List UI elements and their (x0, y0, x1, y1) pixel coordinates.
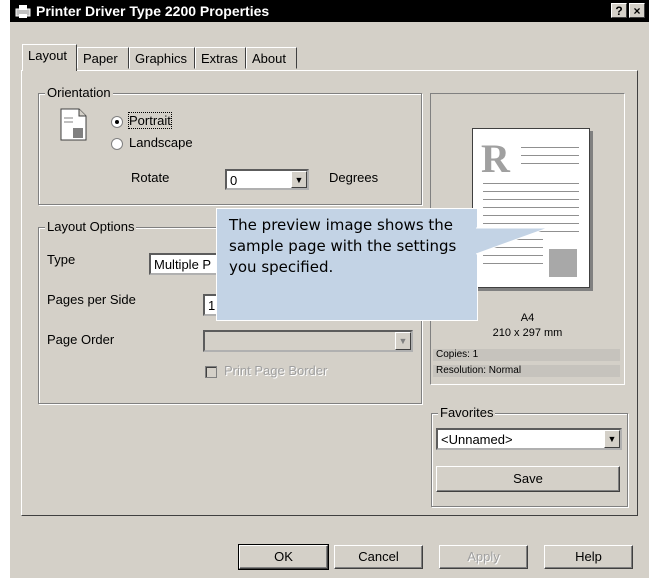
help-button[interactable]: ? (611, 3, 627, 18)
tab-layout[interactable]: Layout (22, 44, 77, 71)
pages-per-side-label: Pages per Side (47, 292, 136, 307)
favorites-select[interactable]: <Unnamed> ▼ (436, 428, 622, 450)
cancel-button[interactable]: Cancel (334, 545, 423, 569)
resolution-info: Resolution: Normal (433, 365, 620, 377)
save-button[interactable]: Save (436, 466, 620, 492)
portrait-label[interactable]: Portrait (128, 112, 172, 129)
preview-letter: R (481, 136, 510, 181)
chevron-down-icon[interactable]: ▼ (604, 430, 620, 448)
degrees-label: Degrees (329, 170, 379, 185)
page-order-label: Page Order (47, 332, 115, 347)
orientation-group: Orientation Portrait Landscape Rotate 0 … (38, 85, 422, 205)
properties-dialog: Printer Driver Type 2200 Properties ? × … (10, 0, 649, 578)
help-dialog-button[interactable]: Help (544, 545, 633, 569)
rotate-label: Rotate (131, 170, 170, 185)
print-page-border-label[interactable]: Print Page Border (224, 363, 327, 378)
rotate-select[interactable]: 0 ▼ (225, 169, 309, 190)
landscape-label[interactable]: Landscape (129, 135, 193, 150)
close-button[interactable]: × (629, 3, 645, 18)
tab-paper[interactable]: Paper (77, 47, 129, 69)
callout-pointer (476, 227, 548, 255)
apply-button[interactable]: Apply (439, 545, 528, 569)
pages-per-side-value: 1 (208, 298, 216, 313)
copies-info: Copies: 1 (433, 349, 620, 361)
portrait-radio[interactable] (111, 116, 123, 128)
type-value: Multiple P (154, 257, 212, 272)
layout-options-legend: Layout Options (45, 219, 137, 234)
title-bar: Printer Driver Type 2200 Properties ? × (10, 0, 649, 22)
rotate-value: 0 (230, 173, 238, 188)
preview-page: R (472, 128, 590, 288)
image-placeholder-icon (549, 249, 577, 277)
page-order-select[interactable]: ▼ (203, 330, 413, 352)
favorites-group: Favorites <Unnamed> ▼ Save (431, 405, 628, 507)
favorites-value: <Unnamed> (441, 432, 513, 447)
document-icon (60, 108, 87, 141)
paper-size: 210 x 297 mm (492, 327, 563, 339)
orientation-legend: Orientation (45, 85, 113, 100)
tab-about[interactable]: About (246, 47, 297, 69)
landscape-radio[interactable] (111, 138, 123, 150)
tab-graphics[interactable]: Graphics (129, 47, 195, 69)
print-page-border-checkbox[interactable] (205, 366, 217, 378)
tab-extras[interactable]: Extras (195, 47, 246, 69)
window-title: Printer Driver Type 2200 Properties (36, 3, 270, 19)
chevron-down-icon[interactable]: ▼ (395, 332, 411, 350)
ok-button[interactable]: OK (238, 544, 329, 570)
chevron-down-icon[interactable]: ▼ (291, 171, 307, 188)
printer-icon (15, 5, 31, 18)
preview-callout: The preview image shows the sample page … (216, 208, 478, 321)
favorites-legend: Favorites (438, 405, 496, 420)
type-label: Type (47, 252, 76, 267)
